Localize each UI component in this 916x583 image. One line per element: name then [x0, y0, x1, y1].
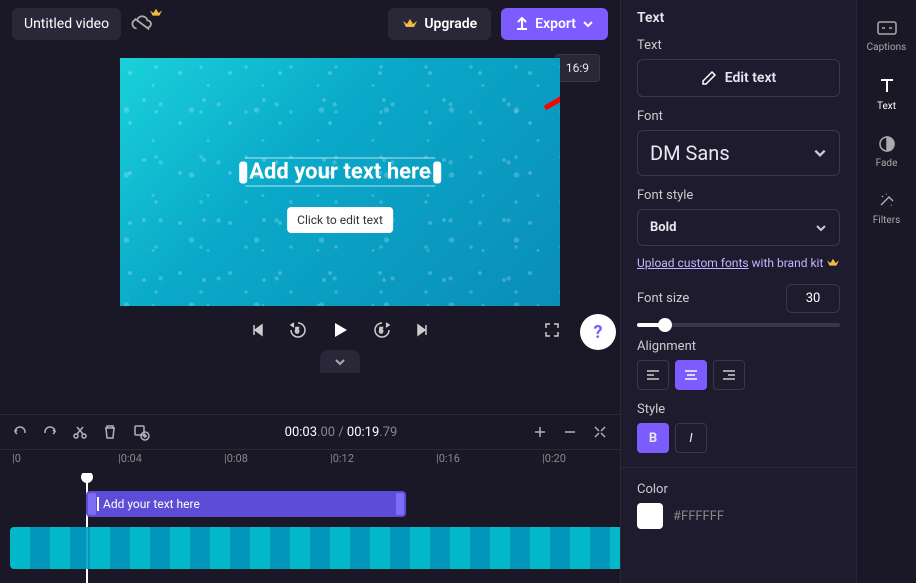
alignment-label: Alignment — [637, 339, 840, 354]
redo-icon[interactable] — [42, 424, 58, 440]
undo-icon[interactable] — [12, 424, 28, 440]
captions-icon — [876, 18, 898, 38]
project-title[interactable]: Untitled video — [12, 8, 121, 40]
zoom-fit-icon[interactable] — [592, 424, 608, 440]
help-button[interactable]: ? — [580, 314, 616, 350]
chevron-down-icon — [582, 18, 594, 30]
rail-label: Text — [877, 101, 896, 112]
timeline-tracks[interactable]: Add your text here — [0, 473, 620, 583]
font-select[interactable]: DM Sans — [637, 130, 840, 176]
slider-thumb[interactable] — [658, 318, 672, 332]
aspect-ratio-badge[interactable]: 16:9 — [555, 54, 600, 82]
chevron-down-icon — [813, 146, 827, 160]
panel-title: Text — [637, 10, 840, 26]
rail-label: Fade — [876, 158, 898, 169]
timecode-display: 00:03.00 / 00:19.79 — [285, 425, 398, 440]
bold-button[interactable]: B — [637, 423, 669, 453]
font-size-label: Font size — [637, 291, 689, 306]
color-label: Color — [637, 482, 840, 497]
skip-end-icon[interactable] — [414, 322, 430, 338]
upload-fonts-link[interactable]: Upload custom fonts with brand kit — [637, 256, 840, 270]
export-label: Export — [535, 16, 576, 32]
edit-text-label: Edit text — [725, 70, 777, 86]
rail-label: Captions — [867, 42, 907, 53]
cloud-sync-icon[interactable] — [131, 15, 153, 33]
resize-handle-right[interactable] — [433, 161, 441, 183]
edit-tooltip: Click to edit text — [287, 207, 393, 233]
italic-button[interactable]: I — [675, 423, 707, 453]
rail-filters[interactable]: Filters — [857, 181, 916, 236]
rail-captions[interactable]: Captions — [857, 8, 916, 63]
filters-icon — [877, 191, 897, 211]
pro-badge-icon — [149, 7, 163, 22]
timeline-collapse-toggle[interactable] — [320, 350, 360, 373]
overlay-text-content: Add your text here — [249, 160, 431, 185]
play-icon[interactable] — [330, 320, 350, 340]
rail-label: Filters — [873, 215, 901, 226]
zoom-out-icon[interactable] — [562, 424, 578, 440]
export-button[interactable]: Export — [501, 8, 608, 40]
text-clip[interactable]: Add your text here — [86, 491, 406, 517]
duplicate-icon[interactable] — [132, 423, 150, 441]
text-section-label: Text — [637, 38, 840, 53]
font-size-slider[interactable] — [637, 323, 840, 327]
side-rail: Captions Text Fade Filters — [856, 0, 916, 583]
text-icon — [876, 75, 898, 97]
timeline-ruler[interactable]: |0 |0:04 |0:08 |0:12 |0:16 |0:20 — [0, 449, 620, 473]
color-value[interactable]: #FFFFFF — [673, 509, 724, 524]
fade-icon — [877, 134, 897, 154]
color-swatch[interactable] — [637, 503, 663, 529]
align-right-button[interactable] — [713, 360, 745, 390]
chevron-down-icon — [815, 222, 827, 234]
video-clip[interactable] — [10, 527, 620, 569]
align-center-button[interactable] — [675, 360, 707, 390]
edit-text-button[interactable]: Edit text — [637, 59, 840, 97]
split-icon[interactable] — [72, 424, 88, 440]
resize-handle-left[interactable] — [239, 161, 247, 183]
rail-fade[interactable]: Fade — [857, 124, 916, 179]
delete-icon[interactable] — [102, 424, 118, 440]
player-controls: 5 5 ? — [120, 306, 560, 346]
font-style-label: Font style — [637, 188, 840, 203]
font-size-input[interactable] — [786, 284, 840, 313]
font-style-value: Bold — [650, 220, 676, 235]
fullscreen-icon[interactable] — [544, 322, 560, 338]
rewind-5-icon[interactable]: 5 — [288, 320, 308, 340]
font-value: DM Sans — [650, 141, 730, 165]
rail-text[interactable]: Text — [857, 65, 916, 122]
pencil-icon — [701, 70, 717, 86]
svg-text:5: 5 — [295, 327, 299, 335]
upload-icon — [515, 17, 529, 31]
diamond-icon — [826, 257, 840, 269]
zoom-in-icon[interactable] — [532, 424, 548, 440]
font-label: Font — [637, 109, 840, 124]
video-canvas[interactable]: Add your text here Click to edit text — [120, 58, 560, 306]
svg-text:5: 5 — [379, 327, 383, 335]
skip-start-icon[interactable] — [250, 322, 266, 338]
align-left-button[interactable] — [637, 360, 669, 390]
style-label: Style — [637, 402, 840, 417]
forward-5-icon[interactable]: 5 — [372, 320, 392, 340]
properties-panel: Text Text Edit text Font DM Sans Font st… — [620, 0, 856, 583]
text-clip-label: Add your text here — [103, 497, 200, 511]
font-style-select[interactable]: Bold — [637, 209, 840, 246]
upgrade-label: Upgrade — [424, 16, 477, 32]
diamond-icon — [402, 17, 418, 31]
upgrade-button[interactable]: Upgrade — [388, 8, 491, 40]
text-overlay[interactable]: Add your text here — [245, 158, 435, 187]
